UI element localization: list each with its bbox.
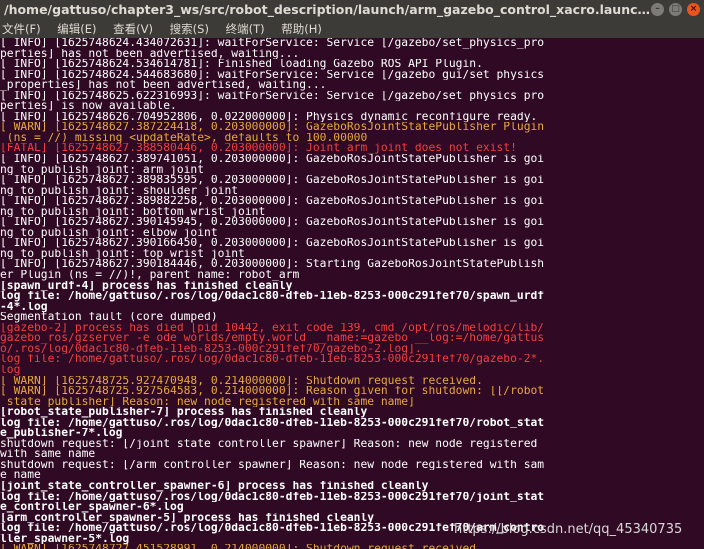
terminal-line: perties] has not been advertised, waitin… [0, 48, 300, 60]
terminal-line: e_controller_spawner-6*.log [0, 502, 184, 513]
terminal-line: perties] is now available. [0, 101, 177, 112]
terminal-line: with same name [0, 449, 96, 460]
terminal-line: log file: /home/gattuso/.ros/log/0dac1c8… [0, 491, 545, 503]
terminal-line: [ WARN] [1625748627.387224418, 0.2030000… [0, 122, 545, 133]
terminal-line: log file: /home/gattuso/.ros/log/0dac1c8… [0, 417, 545, 429]
terminal-line: _state_publisher] Reason: new node regis… [0, 396, 415, 408]
terminal-output[interactable]: [ INFO] [1625748624.434072631]: waitForS… [0, 38, 704, 549]
terminal-line: [ INFO] [1625748627.390166450, 0.2030000… [0, 238, 545, 249]
terminal-line: shutdown request: [/joint_state_controll… [0, 438, 538, 450]
terminal-line: ng to publish joint: arm_joint [0, 164, 205, 176]
menu-edit[interactable]: 编辑(E) [57, 20, 96, 38]
terminal-line: [ INFO] [1625748626.704952806, 0.0220000… [0, 111, 538, 123]
terminal-line: [ INFO] [1625748624.434072631]: waitForS… [0, 38, 545, 49]
terminal-line: (ns = //) missing <updateRate>, defaults… [0, 132, 368, 144]
terminal-line: _properties] has not been advertised, wa… [0, 80, 327, 91]
terminal-line: e_publisher-7*.log [0, 428, 123, 439]
terminal-line: log [0, 364, 21, 376]
close-button[interactable]: × [687, 3, 700, 16]
terminal-line: -4*.log [0, 301, 48, 313]
terminal-line: log file: /home/gattuso/.ros/log/0dac1c8… [0, 354, 545, 365]
maximize-button[interactable]: □ [669, 3, 682, 16]
terminal-line: [ WARN] [1625748725.927470948, 0.2140000… [0, 375, 483, 387]
menu-search[interactable]: 搜索(S) [170, 20, 209, 38]
terminal-line: ng to publish joint: bottom_wrist_joint [0, 206, 266, 218]
terminal-line: Segmentation fault (core dumped) [0, 312, 218, 323]
terminal-line: [spawn_urdf-4] process has finished clea… [0, 280, 293, 292]
terminal-line: gazebo_ros/gzserver -e ode worlds/empty.… [0, 333, 545, 344]
watermark-text: https://blog.csdn.net/qq_45340735 [454, 522, 683, 537]
terminal-line: [robot_state_publisher-7] process has fi… [0, 407, 368, 418]
terminal-line: [ INFO] [1625748624.534614781]: Finished… [0, 59, 483, 70]
terminal-line: o/.ros/log/0dac1c80-dfeb-11eb-8253-000c2… [0, 343, 422, 355]
terminal-line: ng to publish joint: shoulder_joint [0, 185, 239, 197]
terminal-line: [FATAL] [1625748627.388580446, 0.2030000… [0, 143, 517, 155]
menu-help[interactable]: 帮助(H) [281, 20, 322, 38]
terminal-line: [gazebo-2] process has died [pid 10442, … [0, 322, 545, 334]
terminal-line: ng to publish joint: top_wrist_joint [0, 248, 245, 260]
terminal-line: [ INFO] [1625748627.390184446, 0.2030000… [0, 259, 545, 271]
terminal-line: [ INFO] [1625748627.389835595, 0.2030000… [0, 175, 545, 186]
terminal-line: [ WARN] [1625748727.451528991, 0.2140000… [0, 544, 704, 549]
terminal-line: [joint_state_controller_spawner-6] proce… [0, 480, 429, 492]
terminal-line: [ INFO] [1625748625.622316993]: waitForS… [0, 90, 545, 102]
terminal-line: [ INFO] [1625748624.544683680]: waitForS… [0, 69, 545, 81]
terminal-line: log file: /home/gattuso/.ros/log/0dac1c8… [0, 291, 545, 302]
terminal-line: e name [0, 470, 41, 481]
terminal-line: [ INFO] [1625748627.389741051, 0.2030000… [0, 154, 545, 165]
terminal-line: shutdown request: [/arm_controller_spawn… [0, 459, 545, 471]
window-titlebar: /home/gattuso/chapter3_ws/src/robot_desc… [0, 0, 704, 20]
menu-view[interactable]: 查看(V) [113, 20, 153, 38]
window-title: /home/gattuso/chapter3_ws/src/robot_desc… [4, 2, 651, 17]
terminal-line: [ INFO] [1625748627.390145945, 0.2030000… [0, 217, 545, 228]
menu-file[interactable]: 文件(F) [2, 20, 41, 38]
menu-terminal[interactable]: 终端(T) [226, 20, 265, 38]
terminal-line: er Plugin (ns = //)!, parent name: robot… [0, 270, 300, 281]
terminal-line: [ WARN] [1625748725.927564583, 0.2140000… [0, 386, 545, 397]
terminal-line: ng to publish joint: elbow_joint [0, 227, 218, 239]
minimize-button[interactable]: – [651, 3, 664, 16]
terminal-line: [ INFO] [1625748627.389882258, 0.2030000… [0, 196, 545, 207]
menu-bar: 文件(F) 编辑(E) 查看(V) 搜索(S) 终端(T) 帮助(H) [0, 20, 704, 38]
